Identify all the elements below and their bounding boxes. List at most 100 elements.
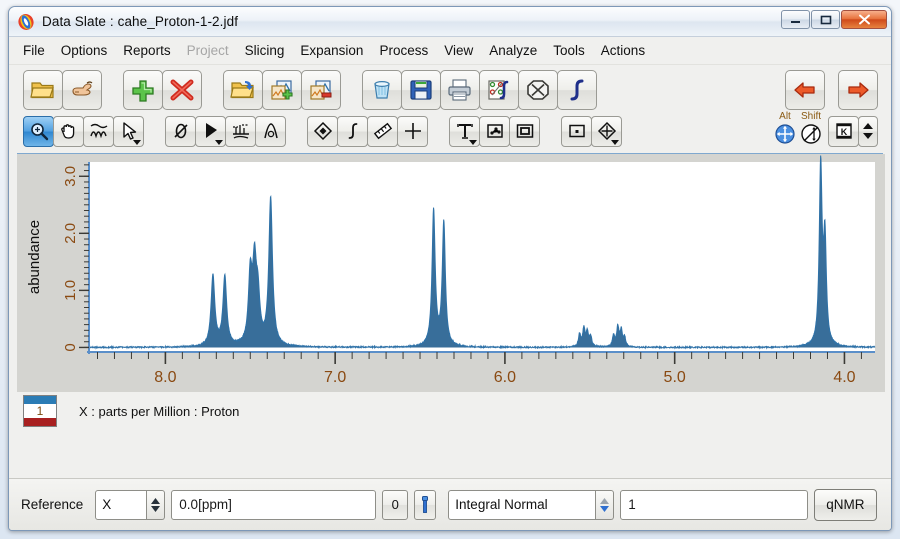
peak-detect-icon[interactable] [255, 115, 286, 147]
close-button[interactable] [841, 10, 887, 29]
point-box-icon[interactable] [561, 115, 592, 147]
cross-red-icon[interactable] [162, 69, 202, 110]
menu-reports[interactable]: Reports [115, 40, 178, 61]
axis-select[interactable]: X [95, 489, 166, 520]
svg-text:abundance: abundance [26, 220, 43, 294]
tools-toolbar: Alt Shift K [9, 112, 891, 150]
phase-zero-icon[interactable] [165, 115, 196, 147]
svg-text:7.0: 7.0 [324, 369, 346, 386]
minimize-button[interactable] [781, 10, 810, 29]
k-box-icon[interactable]: K [828, 115, 859, 147]
arrow-cursor-icon[interactable] [113, 115, 144, 147]
window-title: Data Slate : cahe_Proton-1-2.jdf [42, 14, 239, 29]
svg-text:4.0: 4.0 [833, 369, 855, 386]
svg-text:2.0: 2.0 [62, 223, 79, 244]
integral-icon[interactable] [557, 69, 597, 110]
status-strip: 1 X : parts per Million : Proton [9, 391, 891, 431]
integral-page-icon[interactable] [479, 69, 519, 110]
shift-label: Shift [800, 111, 821, 122]
chevron-down-icon [469, 139, 477, 145]
menu-process[interactable]: Process [371, 40, 436, 61]
spectrum-scale-icon[interactable] [83, 115, 114, 147]
svg-text:3.0: 3.0 [62, 166, 79, 187]
menu-options[interactable]: Options [53, 40, 116, 61]
move-diamond-icon[interactable] [591, 115, 622, 147]
frame-box-icon[interactable] [509, 115, 540, 147]
main-toolbar [9, 67, 891, 112]
menu-bar: File Options Reports Project Slicing Exp… [9, 37, 891, 65]
arrow-left-icon[interactable] [785, 69, 825, 110]
annotate-tools-group [449, 115, 540, 147]
modifier-keys-group: Alt Shift [774, 112, 822, 150]
menu-actions[interactable]: Actions [593, 40, 653, 61]
file-group [23, 69, 102, 110]
menu-project: Project [186, 43, 229, 58]
diamond-marker-icon[interactable] [307, 115, 338, 147]
axis-select-value[interactable]: X [95, 489, 148, 520]
integral-mode-value[interactable]: Integral Normal [448, 489, 597, 520]
hand-point-icon[interactable] [62, 69, 102, 110]
alt-modifier[interactable]: Alt [774, 112, 796, 150]
svg-text:0: 0 [62, 343, 79, 351]
shift-modifier[interactable]: Shift [800, 112, 822, 150]
integral-mode-spinner[interactable] [596, 489, 615, 520]
pan-hand-icon[interactable] [53, 115, 84, 147]
chevron-down-icon [215, 139, 223, 145]
alt-move-icon [774, 123, 796, 150]
floppy-save-icon[interactable] [401, 69, 441, 110]
svg-text:8.0: 8.0 [154, 369, 176, 386]
arrow-right-icon[interactable] [838, 69, 878, 110]
toolbars: Alt Shift K [9, 65, 891, 153]
chevron-down-icon [133, 139, 141, 145]
zoom-magnifier-icon[interactable] [23, 115, 54, 147]
menu-slicing[interactable]: Slicing [237, 40, 293, 61]
baseline-icon[interactable] [225, 115, 256, 147]
pipette-icon[interactable] [414, 489, 437, 520]
svg-text:1.0: 1.0 [62, 280, 79, 301]
slot-indicator[interactable]: 1 [23, 395, 57, 427]
app-logo-icon [17, 13, 35, 31]
data-group [223, 69, 341, 110]
edit-group [123, 69, 202, 110]
axis-select-spinner[interactable] [147, 489, 166, 520]
svg-text:5.0: 5.0 [664, 369, 686, 386]
pointer-black-icon[interactable] [195, 115, 226, 147]
shift-scale-icon [800, 123, 822, 150]
plot-canvas[interactable]: 0 1.0 2.0 3.0 abundance 8.0 7.0 6.0 5.0 4.0 [17, 154, 885, 392]
window-controls [781, 10, 887, 29]
integral-curve-icon[interactable] [337, 115, 368, 147]
integral-mode-select[interactable]: Integral Normal [448, 489, 615, 520]
phase-tools-group [165, 115, 286, 147]
data-add-icon[interactable] [262, 69, 302, 110]
view-tools-group [23, 115, 144, 147]
updown-arrows-icon[interactable] [858, 115, 878, 147]
zero-button[interactable]: 0 [382, 489, 409, 520]
reference-value-input[interactable]: 0.0[ppm] [171, 489, 377, 520]
chevron-down-icon [611, 139, 619, 145]
trash-can-icon[interactable] [362, 69, 402, 110]
menu-tools[interactable]: Tools [545, 40, 593, 61]
bottom-control-bar: Reference X 0.0[ppm] 0 Integral Normal 1 [9, 478, 891, 530]
qnmr-button[interactable]: qNMR [814, 488, 877, 521]
menu-expansion[interactable]: Expansion [292, 40, 371, 61]
ruler-icon[interactable] [367, 115, 398, 147]
scatter-box-icon[interactable] [479, 115, 510, 147]
open-folder-icon[interactable] [23, 69, 63, 110]
screen-root: Data Slate : cahe_Proton-1-2.jdf File Op… [0, 0, 900, 539]
nmr-spectrum-svg[interactable]: 0 1.0 2.0 3.0 abundance 8.0 7.0 6.0 5.0 4.0 [17, 154, 885, 392]
menu-view[interactable]: View [436, 40, 481, 61]
menu-analyze[interactable]: Analyze [481, 40, 545, 61]
spectrum-plot[interactable]: 0 1.0 2.0 3.0 abundance 8.0 7.0 6.0 5.0 4.0 [17, 153, 885, 392]
plus-green-icon[interactable] [123, 69, 163, 110]
menu-file[interactable]: File [15, 40, 53, 61]
text-tool-icon[interactable] [449, 115, 480, 147]
open-folder-arrow-icon[interactable] [223, 69, 263, 110]
position-tools-group [561, 115, 622, 147]
data-remove-icon[interactable] [301, 69, 341, 110]
integral-value-input[interactable]: 1 [620, 489, 809, 520]
printer-icon[interactable] [440, 69, 480, 110]
stop-octagon-icon[interactable] [518, 69, 558, 110]
store-group [362, 69, 597, 110]
crosshair-icon[interactable] [397, 115, 428, 147]
maximize-button[interactable] [811, 10, 840, 29]
